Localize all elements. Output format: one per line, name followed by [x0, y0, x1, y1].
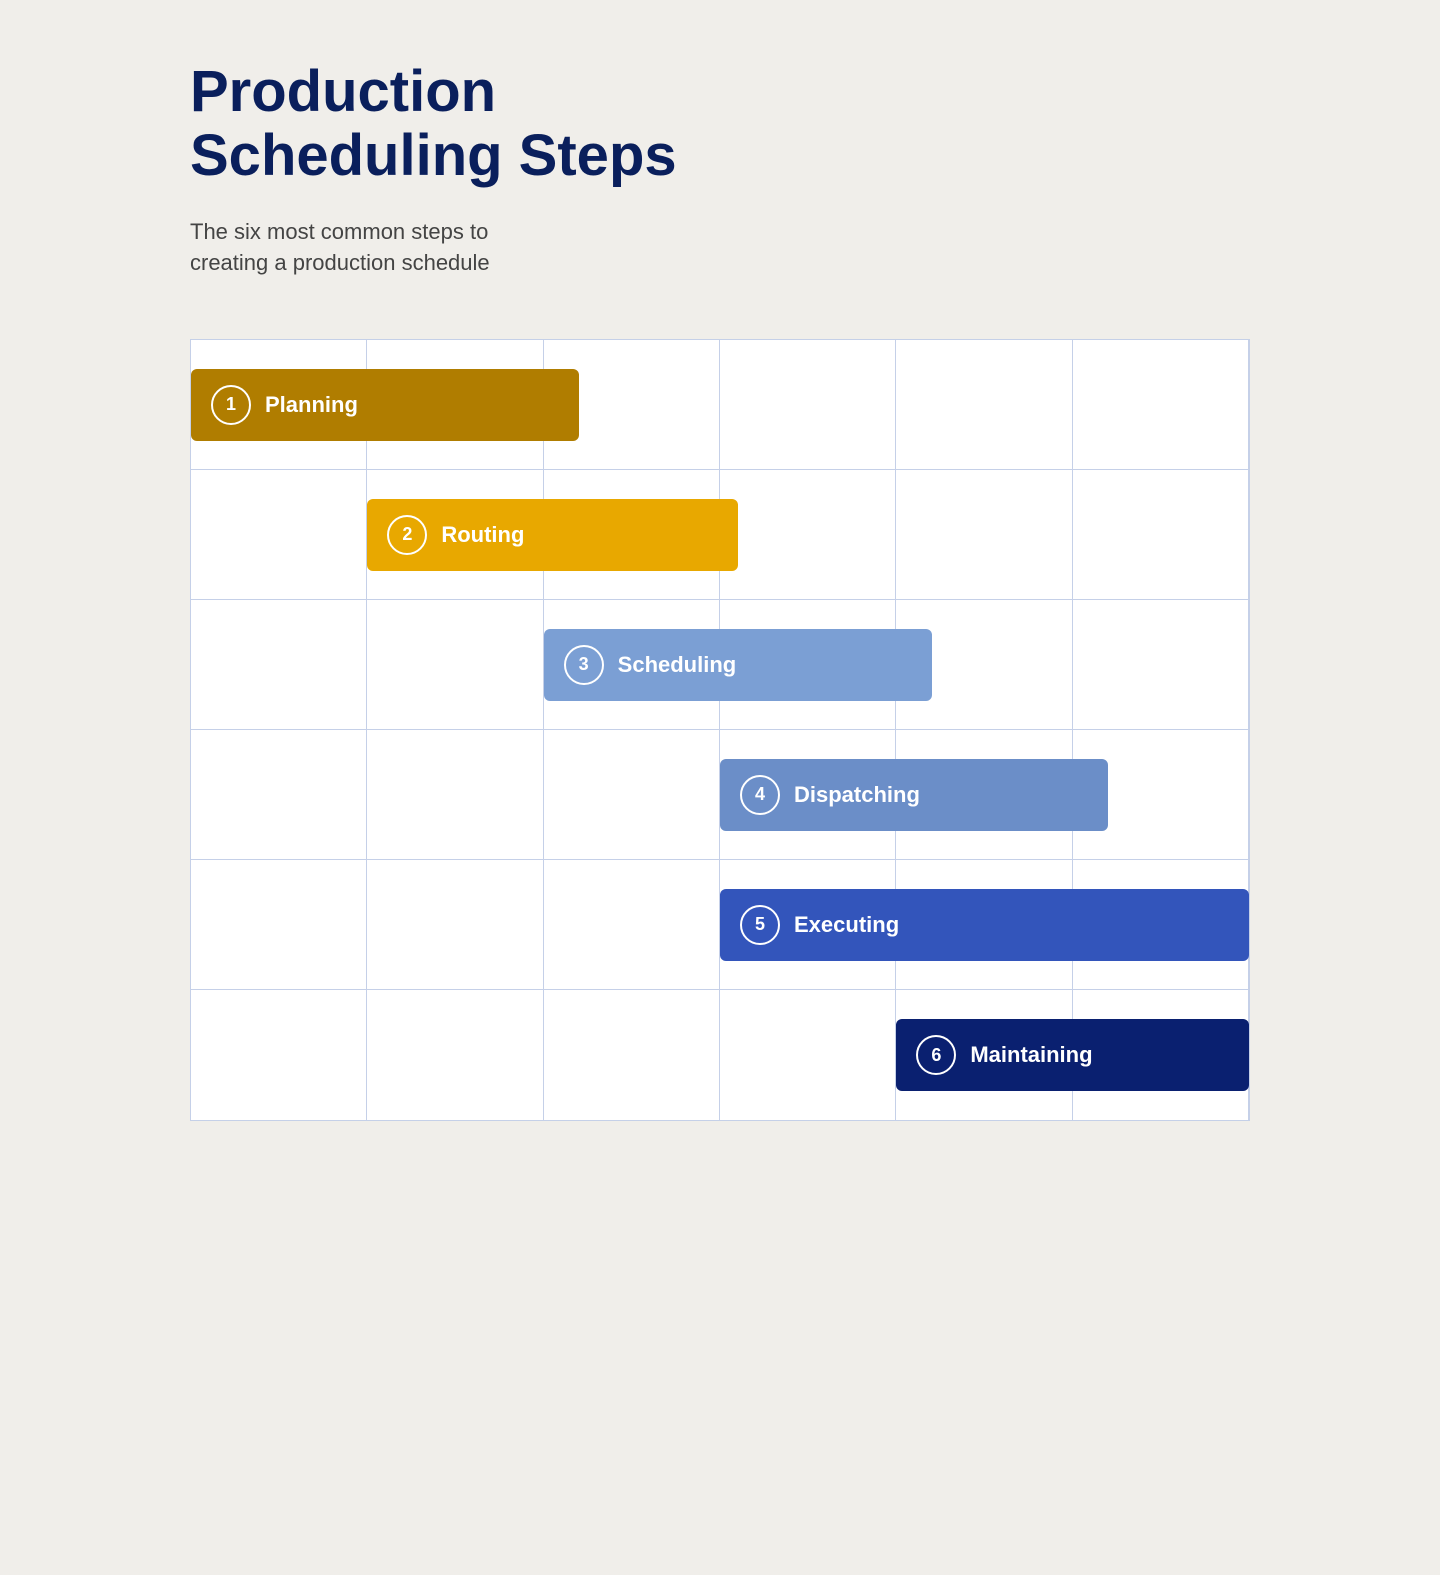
step-number-3: 3	[564, 645, 604, 685]
cell-6-2	[367, 990, 543, 1120]
step-number-6: 6	[916, 1035, 956, 1075]
step-number-4: 4	[740, 775, 780, 815]
chart-row-4: 4 Dispatching	[191, 730, 1249, 860]
cell-6-3	[544, 990, 720, 1120]
page-title: ProductionScheduling Steps	[190, 60, 1250, 188]
step-label-planning: Planning	[265, 392, 358, 418]
chart-row-3: 3 Scheduling	[191, 600, 1249, 730]
step-label-routing: Routing	[441, 522, 524, 548]
gantt-chart: 1 Planning 2 Routing 3	[190, 339, 1250, 1121]
step-label-executing: Executing	[794, 912, 899, 938]
chart-row-2: 2 Routing	[191, 470, 1249, 600]
step-bar-planning: 1 Planning	[191, 369, 579, 441]
chart-row-1: 1 Planning	[191, 340, 1249, 470]
step-bar-dispatching: 4 Dispatching	[720, 759, 1108, 831]
cell-4-3	[544, 730, 720, 859]
cell-4-1	[191, 730, 367, 859]
step-bar-maintaining: 6 Maintaining	[896, 1019, 1249, 1091]
step-label-dispatching: Dispatching	[794, 782, 920, 808]
chart-row-5: 5 Executing	[191, 860, 1249, 990]
step-number-5: 5	[740, 905, 780, 945]
cell-3-6	[1073, 600, 1249, 729]
step-bar-scheduling: 3 Scheduling	[544, 629, 932, 701]
step-number-1: 1	[211, 385, 251, 425]
step-bar-routing: 2 Routing	[367, 499, 737, 571]
main-container: ProductionScheduling Steps The six most …	[190, 60, 1250, 1121]
cell-5-3	[544, 860, 720, 989]
cell-3-1	[191, 600, 367, 729]
chart-row-6: 6 Maintaining	[191, 990, 1249, 1120]
cell-6-4	[720, 990, 896, 1120]
cell-3-2	[367, 600, 543, 729]
cell-6-1	[191, 990, 367, 1120]
cell-5-2	[367, 860, 543, 989]
cell-5-1	[191, 860, 367, 989]
cell-2-5	[896, 470, 1072, 599]
cell-4-2	[367, 730, 543, 859]
cell-1-5	[896, 340, 1072, 469]
step-number-2: 2	[387, 515, 427, 555]
step-label-scheduling: Scheduling	[618, 652, 737, 678]
cell-2-1	[191, 470, 367, 599]
cell-1-6	[1073, 340, 1249, 469]
cell-1-4	[720, 340, 896, 469]
step-label-maintaining: Maintaining	[970, 1042, 1092, 1068]
cell-2-4	[720, 470, 896, 599]
cell-2-6	[1073, 470, 1249, 599]
step-bar-executing: 5 Executing	[720, 889, 1249, 961]
subtitle: The six most common steps tocreating a p…	[190, 216, 1250, 280]
